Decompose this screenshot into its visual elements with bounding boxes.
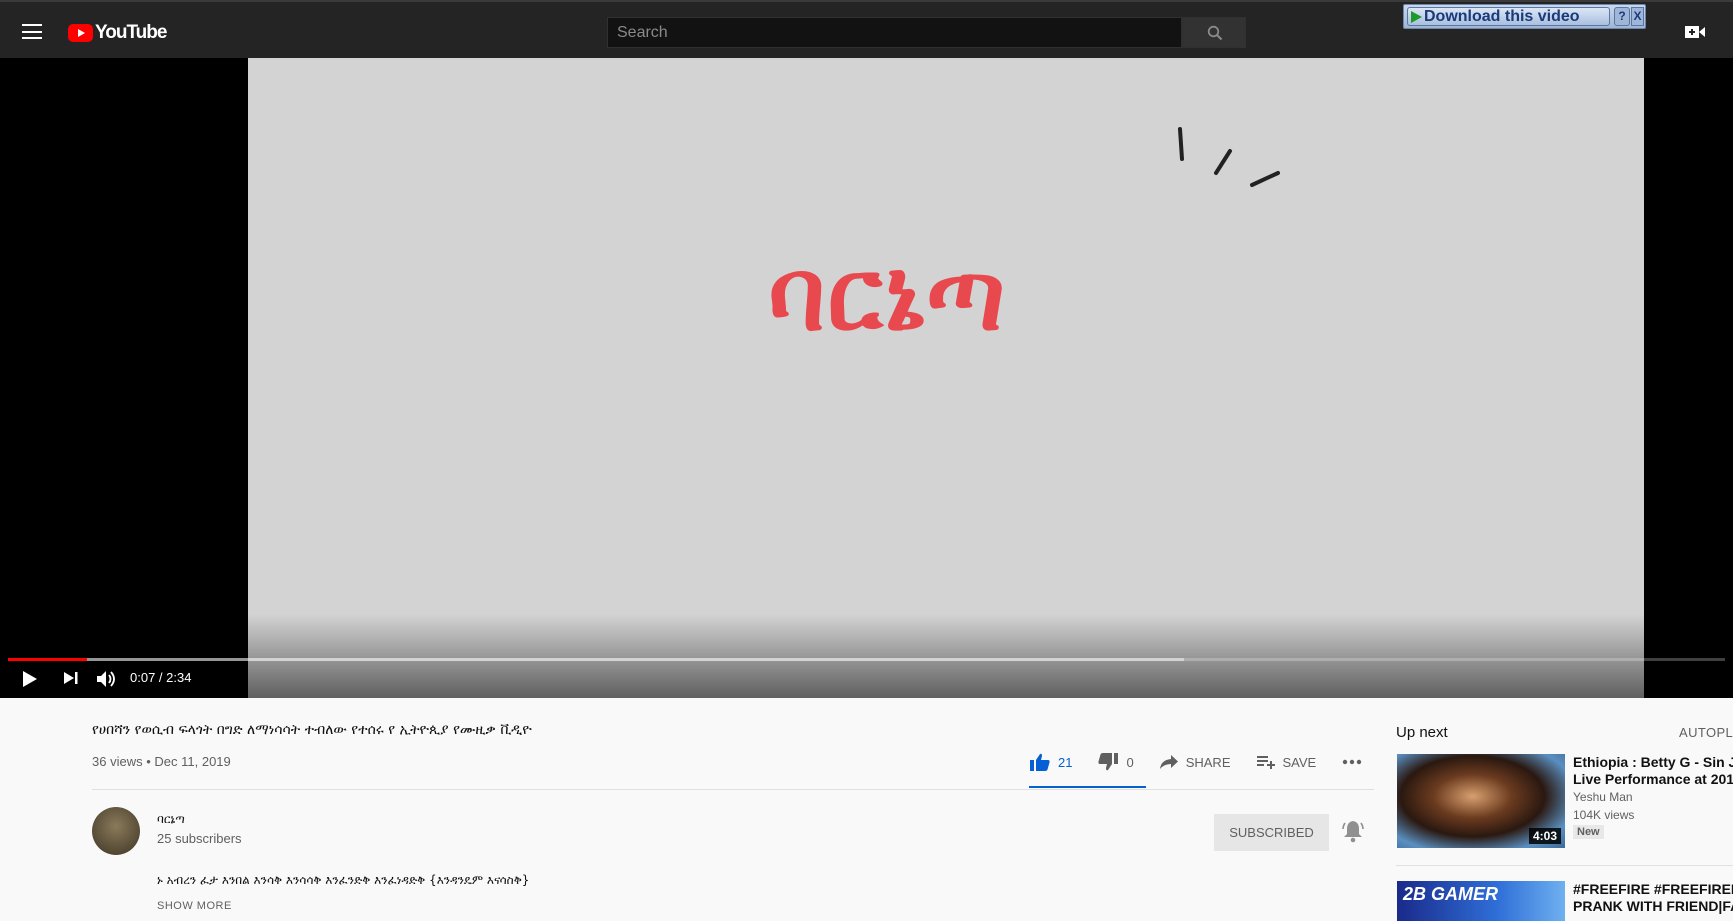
meta-dot: • [146, 754, 151, 769]
share-icon [1159, 755, 1178, 769]
divider [1396, 865, 1733, 866]
sparkle-marks [1178, 127, 1280, 187]
download-video-button[interactable]: Download this video [1407, 7, 1610, 26]
thumbs-up-icon [1030, 753, 1050, 771]
youtube-logo[interactable]: YouTube [68, 22, 167, 44]
thumbs-down-icon [1098, 753, 1119, 771]
video-title: የሀበሻን የወሲብ ፍላጎት በግድ ለማነሳሳት ተብለው የተሰሩ የ ኢ… [92, 722, 532, 738]
related-title-line[interactable]: PRANK WITH FRIEND|FAS [1573, 898, 1733, 915]
like-count: 21 [1058, 754, 1073, 770]
video-frame[interactable]: ባርኔጣ [248, 58, 1644, 698]
video-meta: 36 views • Dec 11, 2019 [92, 754, 231, 769]
upload-date: Dec 11, 2019 [154, 754, 231, 769]
watch-content: የሀበሻን የወሲብ ፍላጎት በግድ ለማነሳሳት ተብለው የተሰሩ የ ኢ… [0, 698, 1733, 921]
video-description: ኑ አብረን ፈታ እንበል እንሳቅ እንሳሳቅ እንፈንድቅ እንፈነዳድቅ… [157, 873, 530, 887]
more-actions-icon[interactable] [1342, 759, 1362, 765]
logo-text: YouTube [95, 22, 167, 43]
add-to-playlist-icon [1256, 756, 1275, 769]
video-overlay-title: ባርኔጣ [768, 236, 1008, 353]
menu-icon[interactable] [22, 24, 42, 39]
view-count: 36 views [92, 754, 143, 769]
progress-buffered [8, 658, 1185, 661]
video-duration: 4:03 [1528, 828, 1561, 844]
video-player[interactable]: ባርኔጣ 0:07 / 2:34 [0, 58, 1733, 698]
download-help-button[interactable]: ? [1614, 7, 1630, 26]
time-current: 0:07 [130, 670, 156, 685]
dislike-button[interactable]: 0 [1098, 753, 1134, 771]
controls-gradient [0, 614, 1733, 698]
related-views: 104K views [1573, 808, 1635, 822]
related-thumbnail[interactable]: 4:03 [1397, 754, 1565, 848]
action-bar: 21 0 SHARE SAVE [1030, 747, 1362, 777]
download-close-button[interactable]: X [1631, 7, 1644, 26]
time-total: 2:34 [166, 670, 192, 685]
related-title-line[interactable]: Ethiopia : Betty G - Sin Jal [1573, 754, 1733, 771]
channel-name[interactable]: ባርኔጣ [157, 812, 185, 827]
related-title-line[interactable]: Live Performance at 2019 [1573, 771, 1733, 788]
time-separator: / [155, 670, 167, 685]
progress-played [8, 658, 87, 661]
time-display: 0:07 / 2:34 [130, 670, 191, 686]
sentiment-bar [1029, 786, 1146, 788]
search-icon [1207, 25, 1223, 41]
masthead: YouTube Download this video ? X [0, 0, 1733, 58]
related-channel: Yeshu Man [1573, 790, 1633, 804]
thumbnail-text: 2B GAMER [1403, 884, 1499, 904]
share-label: SHARE [1185, 754, 1231, 770]
related-thumbnail[interactable]: 2B GAMER [1397, 881, 1565, 921]
search-button[interactable] [1182, 17, 1246, 48]
save-label: SAVE [1282, 754, 1317, 770]
dislike-count: 0 [1126, 754, 1134, 770]
play-icon[interactable] [22, 670, 38, 688]
next-icon[interactable] [63, 670, 79, 686]
notification-bell-icon[interactable] [1342, 819, 1364, 843]
progress-bar[interactable] [8, 658, 1725, 661]
volume-icon[interactable] [96, 670, 118, 688]
download-extension-bar: Download this video ? X [1403, 4, 1646, 29]
save-button[interactable]: SAVE [1256, 754, 1317, 770]
show-more-button[interactable]: SHOW MORE [157, 900, 232, 912]
new-badge: New [1573, 825, 1604, 839]
related-title-line[interactable]: #FREEFIRE #FREEFIREPR [1573, 881, 1733, 898]
share-button[interactable]: SHARE [1159, 754, 1231, 770]
subscriber-count: 25 subscribers [157, 831, 242, 846]
like-button[interactable]: 21 [1030, 753, 1072, 771]
divider [92, 789, 1374, 790]
up-next-heading: Up next [1396, 724, 1448, 741]
channel-avatar[interactable] [92, 807, 140, 855]
search-input[interactable] [607, 17, 1182, 48]
subscribed-button[interactable]: SUBSCRIBED [1214, 814, 1329, 851]
play-logo-icon [68, 24, 93, 42]
autoplay-label[interactable]: AUTOPLAY [1679, 725, 1733, 740]
create-video-icon[interactable] [1685, 25, 1705, 39]
